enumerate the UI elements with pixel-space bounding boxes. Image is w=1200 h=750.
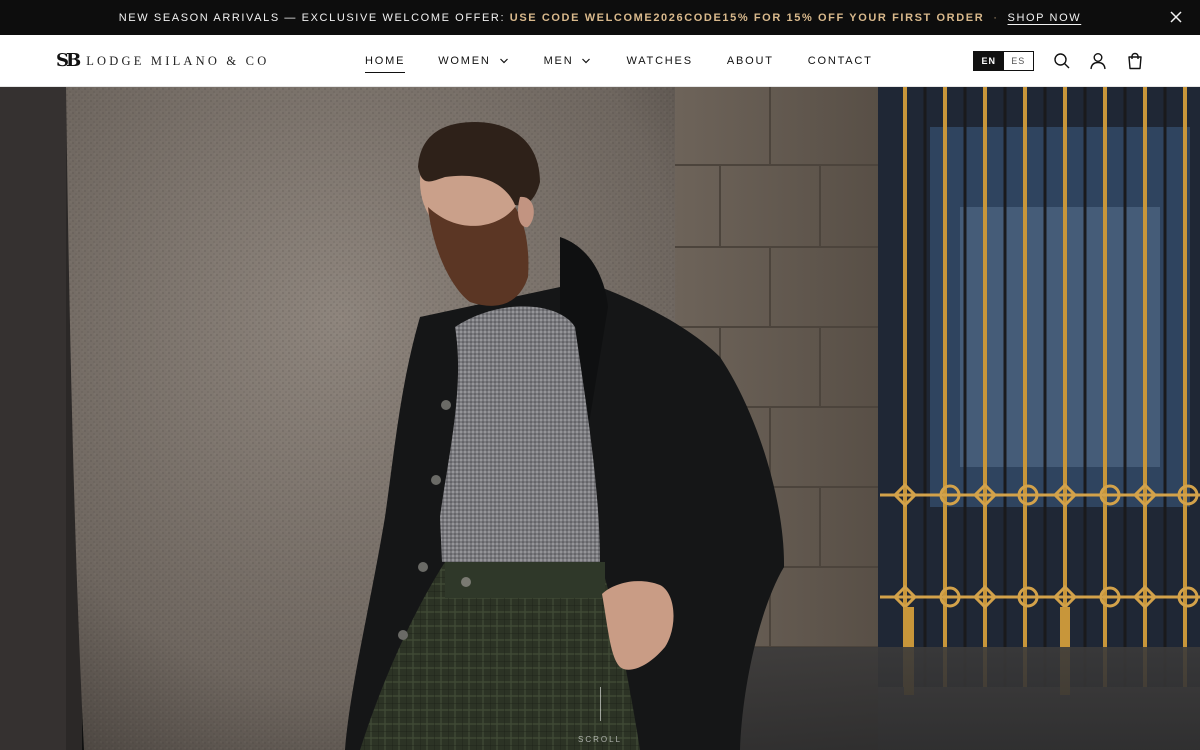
announcement-bar: NEW SEASON ARRIVALS — EXCLUSIVE WELCOME … bbox=[0, 0, 1200, 35]
cart-icon[interactable] bbox=[1126, 52, 1144, 70]
hero-section: SCROLL bbox=[0, 87, 1200, 750]
announcement-separator: · bbox=[993, 11, 999, 24]
nav-home-label: HOME bbox=[365, 55, 406, 67]
scroll-indicator[interactable]: SCROLL bbox=[570, 687, 630, 747]
site-header: SB LODGE MILANO & CO HOME WOMEN MEN WATC… bbox=[0, 35, 1200, 87]
chevron-down-icon bbox=[499, 58, 508, 64]
main-nav: HOME WOMEN MEN WATCHES ABOUT CONTACT bbox=[365, 35, 873, 87]
logo[interactable]: SB LODGE MILANO & CO bbox=[56, 51, 269, 71]
nav-about[interactable]: ABOUT bbox=[727, 35, 774, 87]
nav-watches[interactable]: WATCHES bbox=[626, 35, 692, 87]
nav-contact[interactable]: CONTACT bbox=[808, 35, 873, 87]
hero-image bbox=[0, 87, 1200, 750]
scroll-label: SCROLL bbox=[577, 735, 622, 744]
nav-home[interactable]: HOME bbox=[365, 35, 406, 87]
nav-watches-label: WATCHES bbox=[626, 55, 693, 67]
nav-about-label: ABOUT bbox=[726, 55, 774, 67]
language-es[interactable]: ES bbox=[1003, 52, 1033, 70]
brand-name: LODGE MILANO & CO bbox=[86, 53, 270, 68]
shop-now-link[interactable]: SHOP NOW bbox=[1008, 12, 1082, 24]
nav-women-label: WOMEN bbox=[438, 55, 491, 67]
announcement-message: NEW SEASON ARRIVALS — EXCLUSIVE WELCOME … bbox=[119, 12, 1081, 24]
language-switcher: EN ES bbox=[973, 51, 1034, 71]
account-icon[interactable] bbox=[1089, 52, 1107, 70]
logo-mark: SB bbox=[56, 50, 81, 71]
nav-women[interactable]: WOMEN bbox=[438, 35, 508, 87]
language-en[interactable]: EN bbox=[974, 52, 1004, 70]
promo-code-text: USE CODE WELCOME2026CODE15% FOR 15% OFF … bbox=[509, 11, 985, 24]
nav-contact-label: CONTACT bbox=[807, 55, 873, 67]
scroll-line bbox=[599, 687, 601, 721]
search-icon[interactable] bbox=[1053, 52, 1071, 70]
nav-men[interactable]: MEN bbox=[544, 35, 592, 87]
chevron-down-icon bbox=[582, 58, 591, 64]
announcement-text: NEW SEASON ARRIVALS — EXCLUSIVE WELCOME … bbox=[118, 11, 510, 24]
nav-men-label: MEN bbox=[543, 55, 574, 67]
close-icon[interactable] bbox=[1168, 9, 1184, 25]
